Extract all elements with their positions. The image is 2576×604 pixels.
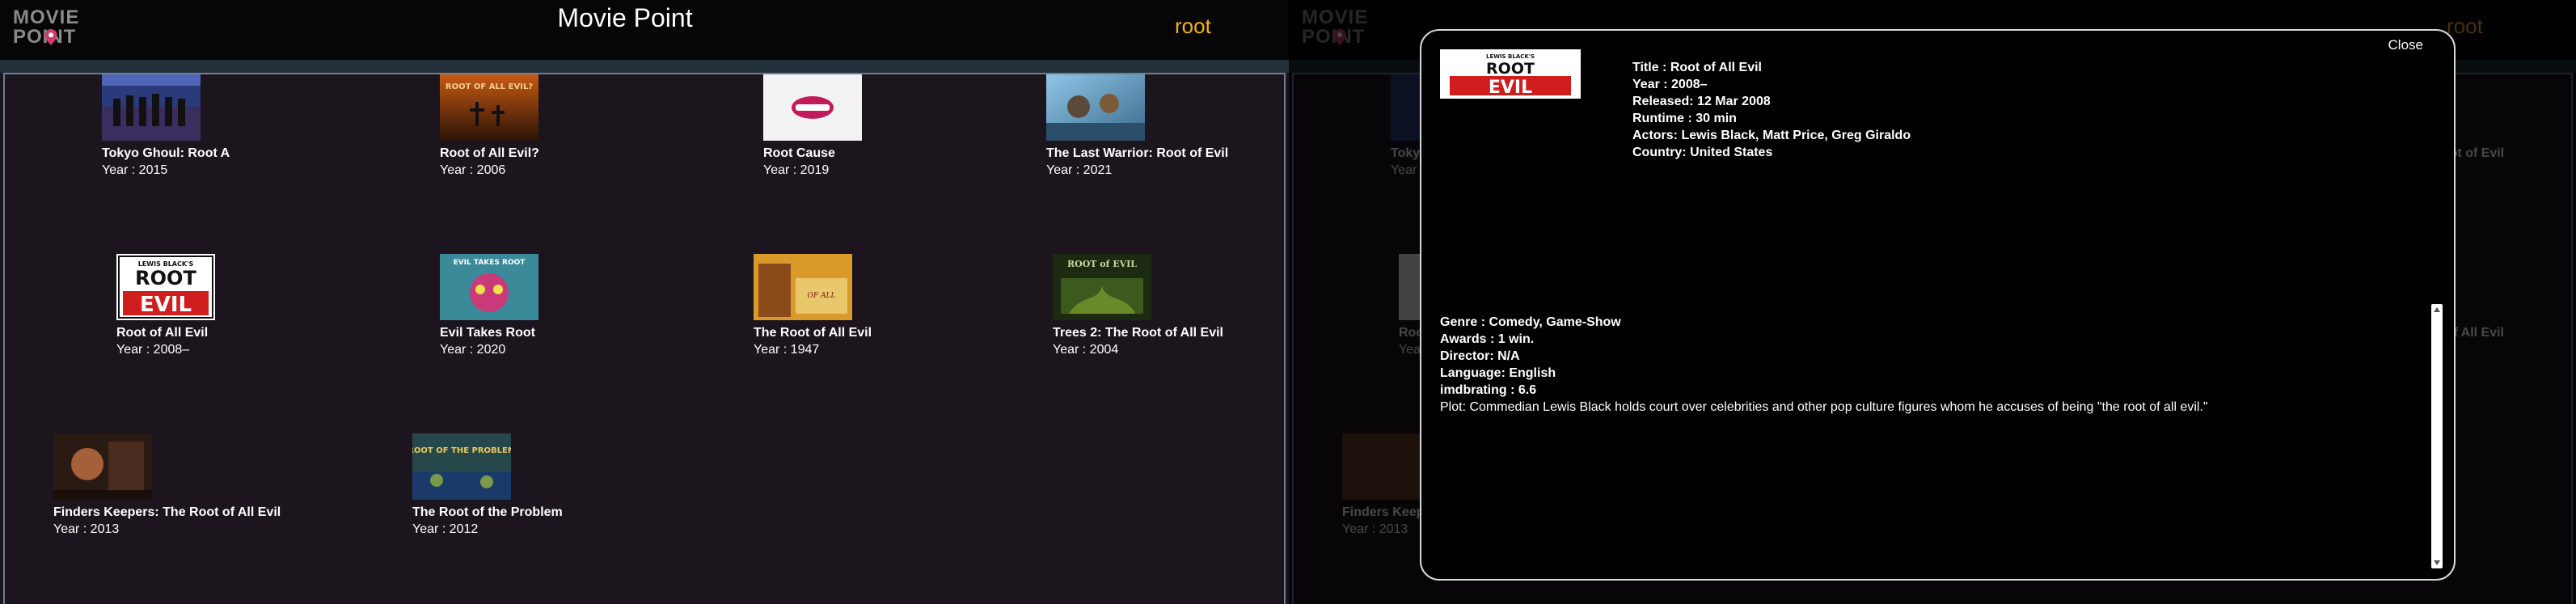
- close-button[interactable]: Close: [2388, 37, 2423, 53]
- movie-year: Year : 2013: [53, 522, 120, 536]
- svg-text:ROOT OF ALL EVIL?: ROOT OF ALL EVIL?: [446, 82, 533, 91]
- svg-text:LEWIS BLACK'S: LEWIS BLACK'S: [1486, 53, 1535, 60]
- search-input[interactable]: [1175, 10, 1289, 42]
- movie-title: The Last Warrior: Root of Evil: [1046, 146, 1229, 160]
- movie-year: Year : 2012: [412, 522, 479, 536]
- svg-text:EVIL TAKES ROOT: EVIL TAKES ROOT: [454, 259, 526, 267]
- movie-poster: EVIL TAKES ROOT: [440, 254, 538, 320]
- movie-poster: OF ALL: [754, 254, 852, 320]
- svg-text:ROOT of EVIL: ROOT of EVIL: [1067, 259, 1137, 269]
- movie-poster: [102, 74, 201, 141]
- movie-title: Root of All Evil: [116, 326, 209, 340]
- movie-year: Year : 2004: [1053, 343, 1119, 357]
- detail-plot: Plot: Commedian Lewis Black holds court …: [1440, 400, 2208, 414]
- detail-country: Country: United States: [1632, 146, 1773, 159]
- svg-text:EVIL: EVIL: [1489, 78, 1532, 97]
- detail-released: Released: 12 Mar 2008: [1632, 95, 1771, 108]
- movie-year: Year : 1947: [754, 343, 820, 357]
- top-bar: MOVIE POINT Movie Point: [0, 0, 1289, 60]
- detail-awards: Awards : 1 win.: [1440, 332, 1535, 346]
- movie-year: Year : 2015: [102, 163, 168, 177]
- location-pin-icon: [44, 29, 57, 45]
- app-title: Movie Point: [557, 3, 693, 32]
- movie-poster: [1046, 74, 1145, 141]
- movie-title: The Root of the Problem: [412, 505, 563, 519]
- detail-rating: imdbrating : 6.6: [1440, 383, 1537, 397]
- movie-title: Finders Keepers: The Root of All Evil: [53, 505, 281, 519]
- movie-title: Evil Takes Root: [440, 326, 535, 340]
- sub-bar: [0, 60, 1289, 73]
- svg-text:ROOT OF THE PROBLEM: ROOT OF THE PROBLEM: [412, 446, 511, 455]
- movie-year: Year : 2021: [1046, 163, 1113, 177]
- detail-secondary-info: Genre : Comedy, Game-Show Awards : 1 win…: [1440, 314, 2394, 416]
- app-logo[interactable]: MOVIE POINT: [13, 6, 91, 47]
- detail-genre: Genre : Comedy, Game-Show: [1440, 315, 1621, 329]
- movie-title: Root Cause: [763, 146, 835, 160]
- movie-year: Year : 2006: [440, 163, 506, 177]
- svg-text:ROOT: ROOT: [1486, 60, 1535, 78]
- movie-poster: [53, 433, 152, 500]
- detail-director: Director: N/A: [1440, 349, 1520, 363]
- movie-poster: [763, 74, 862, 141]
- movie-title: Tokyo Ghoul: Root A: [102, 146, 230, 160]
- scroll-up-arrow-icon[interactable]: [2434, 307, 2440, 312]
- detail-poster: LEWIS BLACK'S ROOT EVIL: [1440, 49, 1581, 99]
- results-screen: MOVIE POINT Movie Point Tokyo Ghoul: Roo…: [0, 0, 1289, 604]
- svg-text:OF ALL: OF ALL: [808, 292, 836, 300]
- movie-title: The Root of All Evil: [754, 326, 872, 340]
- detail-actors: Actors: Lewis Black, Matt Price, Greg Gi…: [1632, 129, 1911, 142]
- detail-title: Title : Root of All Evil: [1632, 61, 1762, 74]
- movie-poster: ROOT OF ALL EVIL?: [440, 74, 538, 141]
- movie-poster: LEWIS BLACK'S ROOT EVIL: [116, 254, 215, 320]
- modal-scrollbar[interactable]: [2431, 304, 2443, 568]
- movie-year: Year : 2019: [763, 163, 830, 177]
- movie-year: Year : 2008–: [116, 343, 190, 357]
- detail-screen: MOVIE POINT Movie Point Tokyo Ghoul: Roo…: [1289, 0, 2576, 604]
- svg-text:ROOT: ROOT: [135, 267, 196, 289]
- movie-poster: ROOT OF THE PROBLEM: [412, 433, 511, 500]
- results-grid: Tokyo Ghoul: Root A Year : 2015 ROOT OF …: [3, 73, 1286, 604]
- movie-poster: ROOT of EVIL: [1053, 254, 1151, 320]
- movie-title: Trees 2: The Root of All Evil: [1053, 326, 1223, 340]
- detail-runtime: Runtime : 30 min: [1632, 112, 1737, 125]
- scroll-down-arrow-icon[interactable]: [2434, 560, 2440, 565]
- detail-language: Language: English: [1440, 366, 1556, 380]
- detail-year: Year : 2008–: [1632, 78, 1708, 91]
- detail-primary-info: Title : Root of All Evil Year : 2008– Re…: [1632, 59, 1911, 161]
- movie-title: Root of All Evil?: [440, 146, 539, 160]
- movie-detail-modal: Close LEWIS BLACK'S ROOT EVIL Title : Root…: [1420, 29, 2456, 581]
- svg-text:EVIL: EVIL: [140, 293, 192, 317]
- movie-year: Year : 2020: [440, 343, 506, 357]
